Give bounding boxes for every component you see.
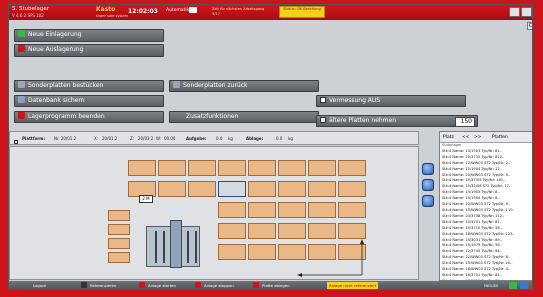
exit-icon <box>18 112 25 119</box>
language-switch[interactable]: ENGLISH <box>484 282 498 289</box>
neue-auslagerung-button[interactable]: Neue Auslagerung <box>14 44 164 57</box>
app-name: S. Stubelager <box>12 6 50 12</box>
referenzieren-label: Referenzieren <box>90 283 117 288</box>
side-scroll-button[interactable]: C <box>527 22 532 30</box>
aufgabe-value: 0.0 <box>216 136 223 141</box>
minimize-button[interactable] <box>509 7 520 17</box>
platte-ablegen-button[interactable]: Platte ablegen <box>253 282 290 289</box>
anlage-stoppen-label: Anlage stoppen <box>204 283 234 288</box>
anlage-stoppen-button[interactable]: Anlage stoppen <box>195 282 234 289</box>
axis-lines <box>297 239 364 277</box>
vermessung-aus-label: Vermessung AUS <box>329 97 381 104</box>
storage-layout-canvas[interactable]: 2 M <box>9 146 419 280</box>
vermessung-aus-toggle[interactable]: Vermessung AUS <box>316 95 466 107</box>
w-value: 00.00 <box>164 136 176 141</box>
lagerprogramm-beenden-label: Lagerprogramm beenden <box>28 113 105 120</box>
sonderplatten-bestuecken-button[interactable]: Sonderplatten bestücken <box>14 80 164 92</box>
col-platten[interactable]: Platten <box>492 135 508 140</box>
aeltere-platten-label: ältere Platten nehmen <box>329 117 397 124</box>
referenzieren-icon <box>81 282 87 288</box>
neue-einlagerung-label: Neue Einlagerung <box>28 31 82 38</box>
zoom-out-button[interactable] <box>422 179 434 191</box>
warning-badge: Anlage nicht referenziert <box>327 282 379 289</box>
einlagerung-icon <box>18 30 25 37</box>
screen-frame: S. Stubelager V 4.6.2 SPS 102 Kasto towe… <box>0 0 543 297</box>
sonderplatten-bestuecken-icon <box>18 81 25 88</box>
sonderplatten-zurueck-label: Sonderplatten zurück <box>183 82 248 89</box>
ablegen-icon <box>253 282 259 288</box>
ablage-unit: kg <box>288 136 293 141</box>
app-version: V 4.6.2 SPS 102 <box>12 13 44 18</box>
anlage-starten-button[interactable]: Anlage starten <box>139 282 176 289</box>
datenbank-sichern-button[interactable]: Datenbank sichern <box>14 95 164 107</box>
zusatzfunktionen-button[interactable]: Zusatzfunktionen <box>169 111 319 123</box>
aeltere-platten-count-field[interactable]: 150 <box>455 117 475 127</box>
zoom-in-button[interactable] <box>422 163 434 175</box>
database-icon <box>18 96 25 103</box>
stop-icon <box>195 282 201 288</box>
auslagerung-icon <box>18 45 25 52</box>
platform-value: Nr. 20/01.2 <box>54 136 77 141</box>
datenbank-sichern-label: Datenbank sichern <box>28 97 85 104</box>
start-icon <box>139 282 145 288</box>
sonderplatten-zurueck-button[interactable]: Sonderplatten zurück <box>169 80 319 92</box>
lagerprogramm-beenden-button[interactable]: Lagerprogramm beenden <box>14 111 164 123</box>
plates-list[interactable]: Stk:4 Name: 15/1903 Typ/Nr: 81.. Stk:4 Na… <box>440 149 532 280</box>
neue-einlagerung-button[interactable]: Neue Einlagerung <box>14 29 164 42</box>
message-text: Zeit für nächsten Arbeitsgang 5/17 <box>212 7 265 16</box>
z-value: 20/03.2 <box>138 136 154 141</box>
position-info-bar: Plattform: Nr. 20/01.2 X: 20/01.2 Z: 20/… <box>9 131 419 145</box>
brand-logo: Kasto <box>96 6 116 13</box>
referenzieren-button[interactable]: Referenzieren <box>81 282 117 289</box>
aeltere-platten-checkbox[interactable] <box>320 117 326 123</box>
x-value: 20/01.2 <box>102 136 118 141</box>
status-badge: Status: OK Bereitung <box>279 6 325 18</box>
col-platz[interactable]: Platz <box>443 135 454 140</box>
w-label: W: <box>156 136 162 141</box>
aufgabe-label: Aufgabe: <box>186 136 207 141</box>
z-label: Z: <box>130 136 135 141</box>
zusatzfunktionen-label: Zusatzfunktionen <box>186 113 239 120</box>
mode-label: Automatik <box>166 8 190 13</box>
mail-icon[interactable] <box>189 7 197 13</box>
aeltere-platten-toggle[interactable]: ältere Platten nehmen <box>316 115 478 127</box>
ablage-value: 0.0 <box>276 136 283 141</box>
plates-list-panel[interactable]: Platz << >> Platten Stubelager Stk:4 Nam… <box>439 131 532 281</box>
aufgabe-unit: kg <box>228 136 233 141</box>
ablage-label: Ablage: <box>246 136 264 141</box>
platform-label: Plattform: <box>22 136 46 141</box>
refresh-button[interactable] <box>422 195 434 207</box>
platte-ablegen-label: Platte ablegen <box>262 283 290 288</box>
sonderplatten-bestuecken-label: Sonderplatten bestücken <box>28 82 104 89</box>
clock: 12:02:03 <box>128 8 158 15</box>
next-arrow[interactable]: >> <box>474 135 482 140</box>
brand-subtitle: tower safe system <box>96 14 129 18</box>
close-button[interactable] <box>521 7 532 17</box>
x-label: X: <box>94 136 99 141</box>
prev-arrow[interactable]: << <box>462 135 470 140</box>
title-bar: S. Stubelager V 4.6.2 SPS 102 Kasto towe… <box>9 5 532 20</box>
network-icon <box>509 282 517 289</box>
logout-button[interactable]: Logout <box>33 282 46 289</box>
application-window: S. Stubelager V 4.6.2 SPS 102 Kasto towe… <box>8 4 533 290</box>
sonderplatten-zurueck-icon <box>173 81 180 88</box>
list-header: Platz << >> Platten <box>440 132 532 143</box>
help-icon[interactable] <box>520 282 528 289</box>
anlage-starten-label: Anlage starten <box>148 283 176 288</box>
neue-auslagerung-label: Neue Auslagerung <box>28 46 84 53</box>
vermessung-checkbox[interactable] <box>320 97 326 103</box>
bottom-toolbar: Logout Referenzieren Anlage starten Anla… <box>9 281 532 289</box>
